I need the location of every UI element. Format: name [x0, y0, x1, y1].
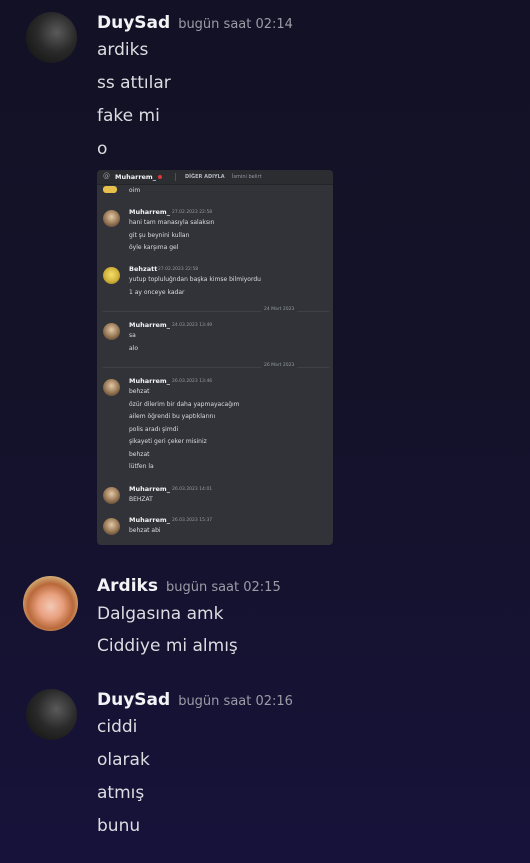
chat-line: behzat — [129, 388, 150, 395]
avatar[interactable] — [26, 12, 77, 63]
chat-line: behzat — [129, 451, 150, 458]
chat-time: 27.02.2023 22:58 — [172, 210, 213, 215]
chat-line: lütfen la — [129, 463, 154, 470]
chat-author: Behzatt — [129, 265, 158, 273]
message-text: Dalgasına amk — [97, 604, 224, 624]
message-text: bunu — [97, 816, 141, 836]
avatar — [103, 323, 120, 340]
message-text: atmış — [97, 783, 145, 803]
emoji-icon — [103, 186, 117, 193]
timestamp[interactable]: bugün saat 02:14 — [178, 17, 293, 32]
chat-time: 26.03.2023 14:01 — [172, 487, 213, 492]
chat-line: ailem öğrendi bu yaptıklarını — [129, 413, 216, 420]
chat-line: behzat abi — [129, 527, 161, 534]
chat-line: git şu beynini kullan — [129, 232, 190, 239]
timestamp[interactable]: bugün saat 02:15 — [166, 580, 281, 595]
message-text: ardiks — [97, 40, 149, 60]
chat-line: BEHZAT — [129, 496, 153, 503]
chat-line: alo — [129, 345, 139, 352]
avatar[interactable] — [23, 576, 78, 631]
chat-line: oim — [129, 187, 141, 194]
chat-author: Muharrem_ — [129, 208, 170, 216]
message-header: Ardiks bugün saat 02:15 — [97, 576, 281, 596]
avatar — [103, 487, 120, 504]
timestamp[interactable]: bugün saat 02:16 — [178, 694, 293, 709]
date-divider-label: 26 Mart 2023 — [261, 363, 298, 368]
avatar — [103, 210, 120, 227]
avatar — [103, 379, 120, 396]
at-icon: @ — [103, 172, 110, 180]
avatar — [103, 518, 120, 535]
dm-channel-name: Muharrem_ — [115, 173, 156, 181]
chat-time: 26.03.2023 13:46 — [172, 379, 213, 384]
dm-header: @ Muharrem_ DİĞER ADIYLA İsmini belirt — [97, 170, 333, 185]
message-text: Ciddiye mi almış — [97, 636, 238, 656]
chat-line: özür dilerim bir daha yapmayacağım — [129, 401, 240, 408]
divider — [175, 173, 176, 181]
avatar[interactable] — [26, 689, 77, 740]
chat-line: hani tam manasıyla salaksın — [129, 219, 215, 226]
message-header: DuySad bugün saat 02:14 — [97, 13, 293, 33]
avatar — [103, 267, 120, 284]
chat-line: sa — [129, 332, 136, 339]
chat-author: Muharrem_ — [129, 321, 170, 329]
chat-time: 27.02.2023 22:58 — [158, 267, 199, 272]
chat-line: 1 ay onceye kadar — [129, 289, 185, 296]
chat-author: Muharrem_ — [129, 516, 170, 524]
username[interactable]: DuySad — [97, 690, 170, 710]
nickname-placeholder: İsmini belirt — [232, 173, 262, 180]
chat-line: şikayeti geri çeker misiniz — [129, 438, 207, 445]
chat-line: yutup topluluğndan başka kimse bilmiyord… — [129, 276, 261, 283]
image-attachment[interactable]: @ Muharrem_ DİĞER ADIYLA İsmini belirt o… — [97, 170, 333, 545]
other-names-label: DİĞER ADIYLA — [185, 173, 225, 180]
chat-author: Muharrem_ — [129, 485, 170, 493]
message-text: ss attılar — [97, 73, 171, 93]
date-divider-label: 24 Mart 2023 — [261, 307, 298, 312]
status-dot-icon — [158, 175, 162, 179]
chat-author: Muharrem_ — [129, 377, 170, 385]
username[interactable]: DuySad — [97, 13, 170, 33]
chat-line: polis aradı şimdi — [129, 426, 179, 433]
message-text: olarak — [97, 750, 150, 770]
chat-time: 24.03.2023 13:49 — [172, 323, 213, 328]
message-text: o — [97, 139, 108, 159]
message-header: DuySad bugün saat 02:16 — [97, 690, 293, 710]
username[interactable]: Ardiks — [97, 576, 158, 596]
message-text: fake mi — [97, 106, 160, 126]
chat-time: 26.03.2023 15:37 — [172, 518, 213, 523]
message-text: ciddi — [97, 717, 138, 737]
chat-line: öyle karşıma gel — [129, 244, 179, 251]
